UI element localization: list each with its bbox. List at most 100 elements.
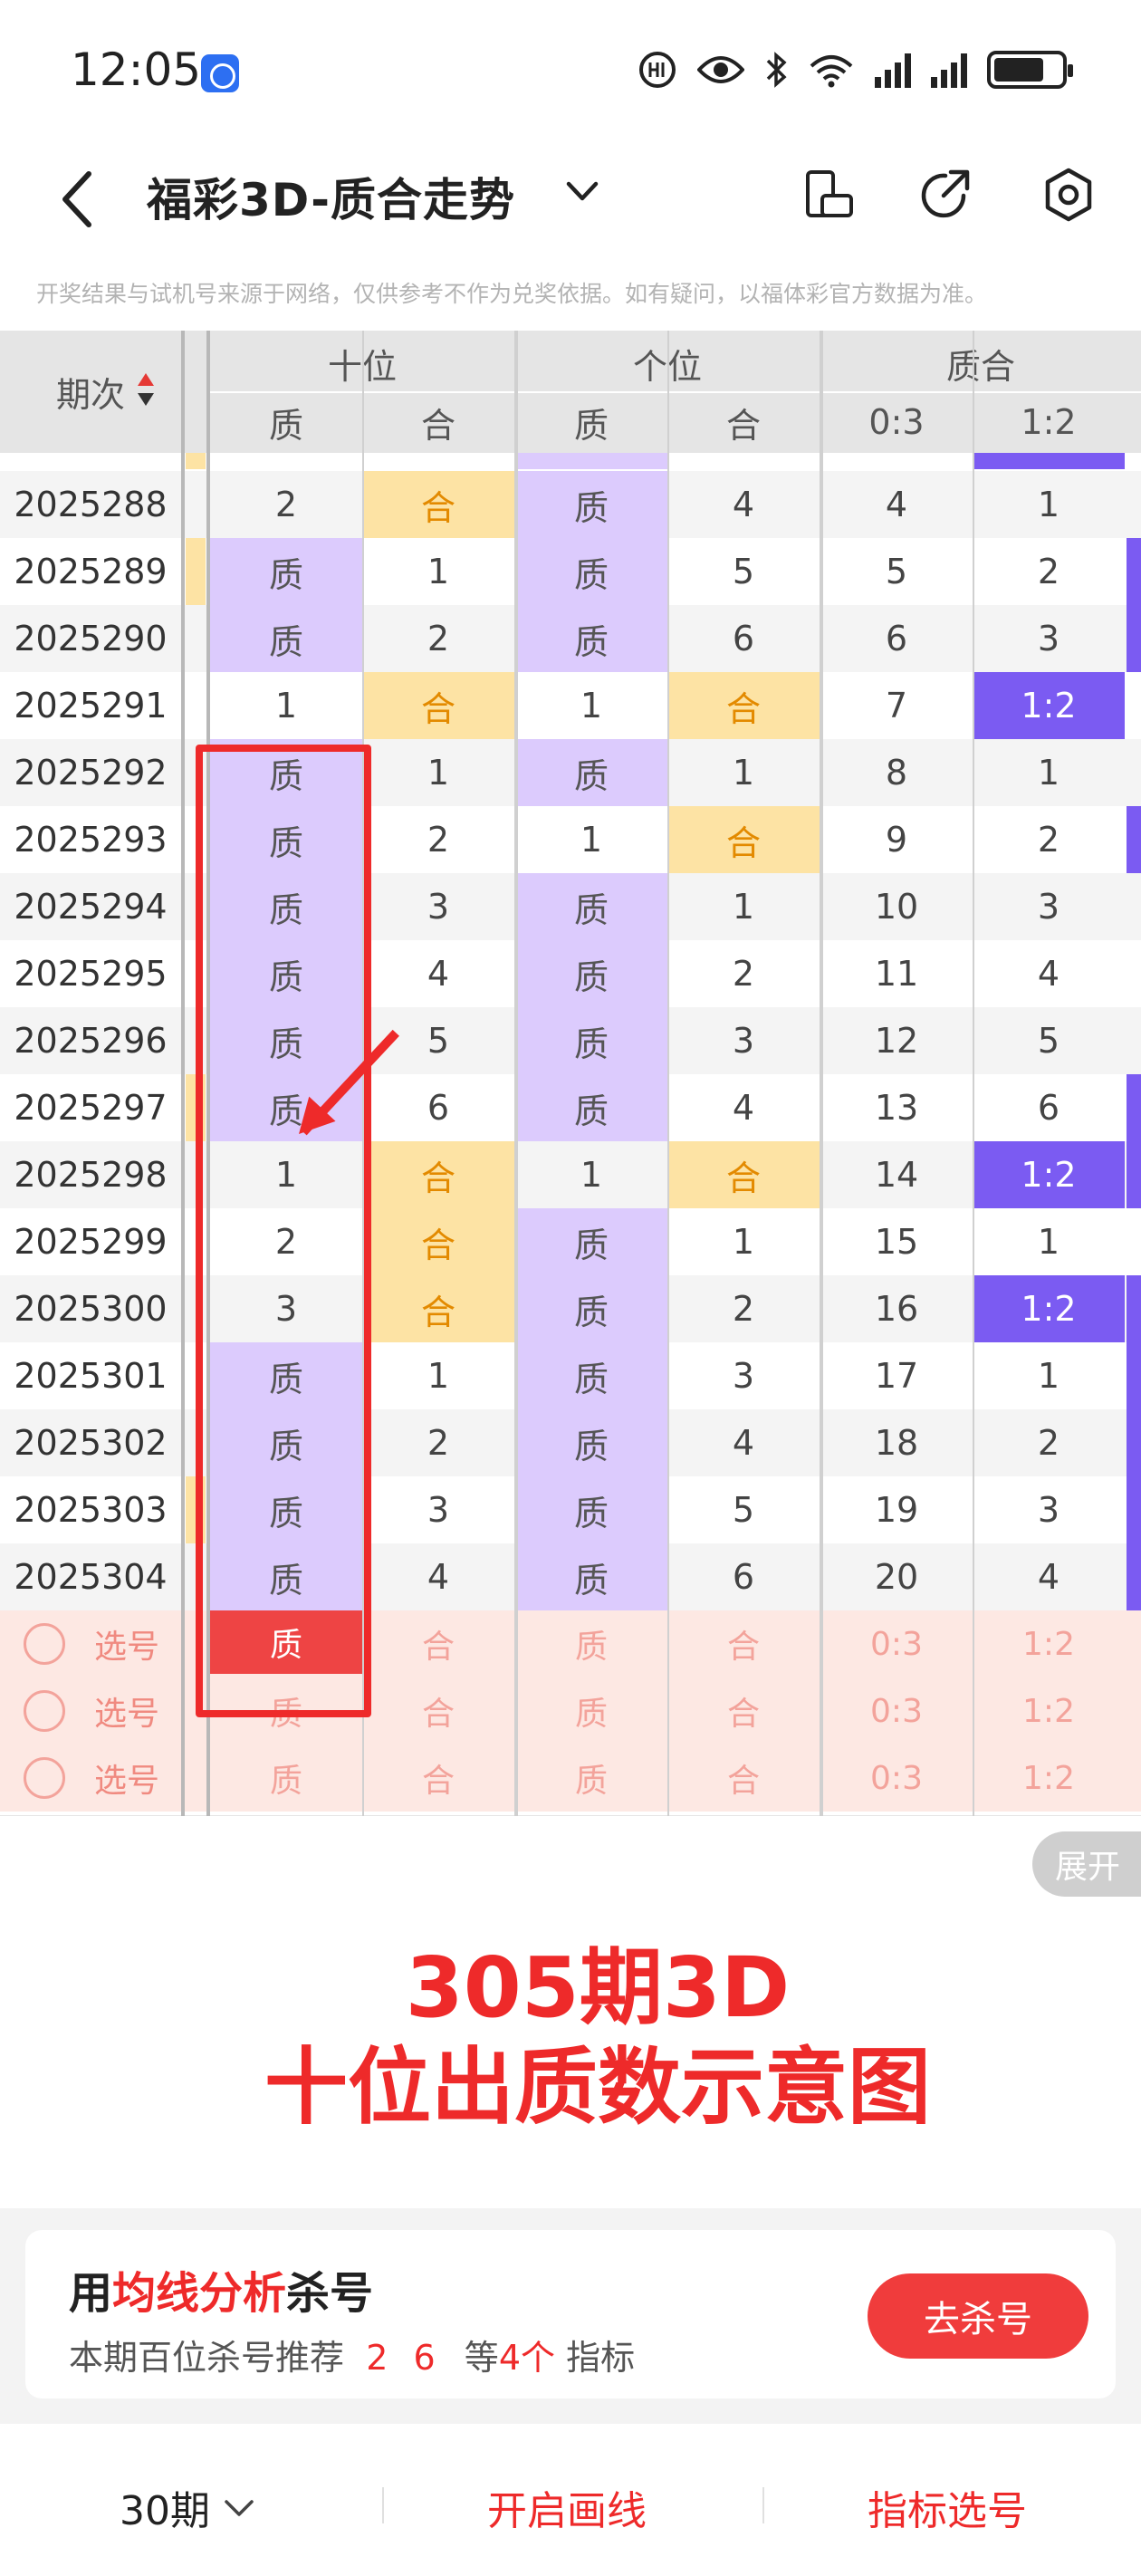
table-cell[interactable]: 合 — [362, 672, 514, 739]
table-cell[interactable]: 6 — [667, 605, 820, 672]
table-cell[interactable]: 6 — [820, 605, 973, 672]
table-cell[interactable]: 14 — [820, 1141, 973, 1208]
sub-header[interactable]: 1:2 — [973, 393, 1125, 451]
table-cell[interactable]: 质 — [515, 605, 667, 672]
table-cell[interactable]: 11 — [820, 940, 973, 1007]
chevron-left-icon[interactable] — [53, 163, 107, 235]
select-label[interactable]: 选号 — [82, 1677, 172, 1745]
table-cell[interactable]: 2 — [667, 940, 820, 1007]
table-cell[interactable]: 5 — [667, 1476, 820, 1543]
table-cell[interactable]: 4 — [973, 940, 1125, 1007]
table-cell[interactable]: 质 — [515, 1074, 667, 1141]
page-title[interactable]: 福彩3D-质合走势 — [147, 164, 515, 229]
table-cell[interactable]: 1 — [362, 739, 514, 806]
select-cell[interactable]: 1:2 — [973, 1745, 1125, 1812]
table-cell[interactable]: 12 — [820, 1007, 973, 1074]
table-cell[interactable]: 1 — [515, 1141, 667, 1208]
table-cell[interactable]: 15 — [820, 1208, 973, 1275]
table-cell[interactable]: 4 — [667, 1409, 820, 1476]
table-cell[interactable]: 质 — [515, 1275, 667, 1342]
table-cell[interactable]: 质 — [515, 1409, 667, 1476]
table-cell[interactable]: 17 — [820, 1342, 973, 1409]
select-cell[interactable]: 质 — [515, 1745, 667, 1812]
table-cell[interactable]: 3 — [667, 1007, 820, 1074]
table-cell[interactable]: 质 — [515, 1543, 667, 1610]
expand-button[interactable]: 展开 — [1032, 1831, 1141, 1897]
table-cell[interactable]: 合 — [362, 471, 514, 538]
table-cell[interactable]: 1 — [362, 538, 514, 605]
table-cell[interactable]: 1:2 — [973, 672, 1125, 739]
select-cell[interactable]: 合 — [362, 1610, 514, 1677]
table-cell[interactable]: 质 — [210, 538, 362, 605]
table-cell[interactable]: 2 — [362, 806, 514, 873]
table-cell[interactable]: 5 — [820, 538, 973, 605]
table-cell[interactable]: 合 — [362, 1208, 514, 1275]
table-cell[interactable]: 质 — [515, 1476, 667, 1543]
table-cell[interactable]: 19 — [820, 1476, 973, 1543]
table-cell[interactable]: 2 — [362, 605, 514, 672]
table-cell[interactable]: 1 — [667, 739, 820, 806]
table-cell[interactable]: 1 — [515, 806, 667, 873]
table-cell[interactable]: 20 — [820, 1543, 973, 1610]
select-cell[interactable]: 合 — [667, 1610, 820, 1677]
select-cell[interactable]: 质 — [210, 1745, 362, 1812]
sub-header[interactable]: 质 — [515, 393, 667, 451]
table-cell[interactable]: 1 — [973, 471, 1125, 538]
table-cell[interactable]: 1 — [362, 1342, 514, 1409]
settings-hex-icon[interactable] — [1037, 163, 1100, 226]
select-cell[interactable]: 0:3 — [820, 1677, 973, 1745]
select-label[interactable]: 选号 — [82, 1745, 172, 1812]
table-cell[interactable]: 2 — [210, 471, 362, 538]
table-cell[interactable]: 质 — [515, 940, 667, 1007]
table-cell[interactable]: 1:2 — [973, 1141, 1125, 1208]
select-cell[interactable]: 合 — [667, 1745, 820, 1812]
table-cell[interactable]: 4 — [362, 1543, 514, 1610]
table-cell[interactable]: 8 — [820, 739, 973, 806]
sub-header[interactable]: 0:3 — [820, 393, 973, 451]
table-cell[interactable]: 质 — [515, 1208, 667, 1275]
table-cell[interactable]: 3 — [362, 1476, 514, 1543]
sub-header[interactable]: 合 — [362, 393, 514, 451]
period-select[interactable]: 30期 — [120, 2478, 210, 2536]
table-cell[interactable]: 3 — [973, 873, 1125, 940]
table-cell[interactable]: 2 — [973, 806, 1125, 873]
sub-header[interactable]: 质 — [210, 393, 362, 451]
table-cell[interactable]: 质 — [515, 739, 667, 806]
table-cell[interactable]: 3 — [973, 1476, 1125, 1543]
table-cell[interactable]: 1 — [667, 873, 820, 940]
sort-updown-icon[interactable] — [136, 371, 156, 408]
table-cell[interactable]: 3 — [667, 1342, 820, 1409]
share-icon[interactable] — [915, 163, 978, 226]
table-cell[interactable]: 2 — [973, 1409, 1125, 1476]
table-cell[interactable]: 4 — [667, 1074, 820, 1141]
select-cell[interactable]: 合 — [667, 1677, 820, 1745]
select-cell[interactable]: 0:3 — [820, 1745, 973, 1812]
table-cell[interactable]: 4 — [667, 471, 820, 538]
indicator-select-button[interactable]: 指标选号 — [868, 2478, 1027, 2536]
table-cell[interactable]: 2 — [362, 1409, 514, 1476]
radio-icon[interactable] — [24, 1623, 65, 1665]
table-cell[interactable]: 质 — [210, 605, 362, 672]
table-cell[interactable]: 合 — [362, 1141, 514, 1208]
sub-header[interactable]: 合 — [667, 393, 820, 451]
table-cell[interactable]: 5 — [667, 538, 820, 605]
radio-icon[interactable] — [24, 1757, 65, 1799]
table-cell[interactable]: 4 — [973, 1543, 1125, 1610]
select-cell[interactable]: 合 — [362, 1745, 514, 1812]
table-cell[interactable]: 1 — [973, 739, 1125, 806]
table-cell[interactable]: 质 — [515, 538, 667, 605]
table-cell[interactable]: 6 — [667, 1543, 820, 1610]
table-cell[interactable]: 1:2 — [973, 1275, 1125, 1342]
table-cell[interactable]: 质 — [515, 471, 667, 538]
table-cell[interactable]: 合 — [667, 672, 820, 739]
table-cell[interactable]: 3 — [362, 873, 514, 940]
table-cell[interactable]: 5 — [973, 1007, 1125, 1074]
kill-number-button[interactable]: 去杀号 — [868, 2273, 1088, 2359]
table-cell[interactable]: 18 — [820, 1409, 973, 1476]
table-cell[interactable]: 1 — [973, 1342, 1125, 1409]
select-cell[interactable]: 1:2 — [973, 1610, 1125, 1677]
table-cell[interactable]: 合 — [362, 1275, 514, 1342]
phone-rotate-icon[interactable] — [797, 163, 860, 226]
table-cell[interactable]: 1 — [210, 672, 362, 739]
chevron-down-icon[interactable] — [563, 175, 601, 207]
